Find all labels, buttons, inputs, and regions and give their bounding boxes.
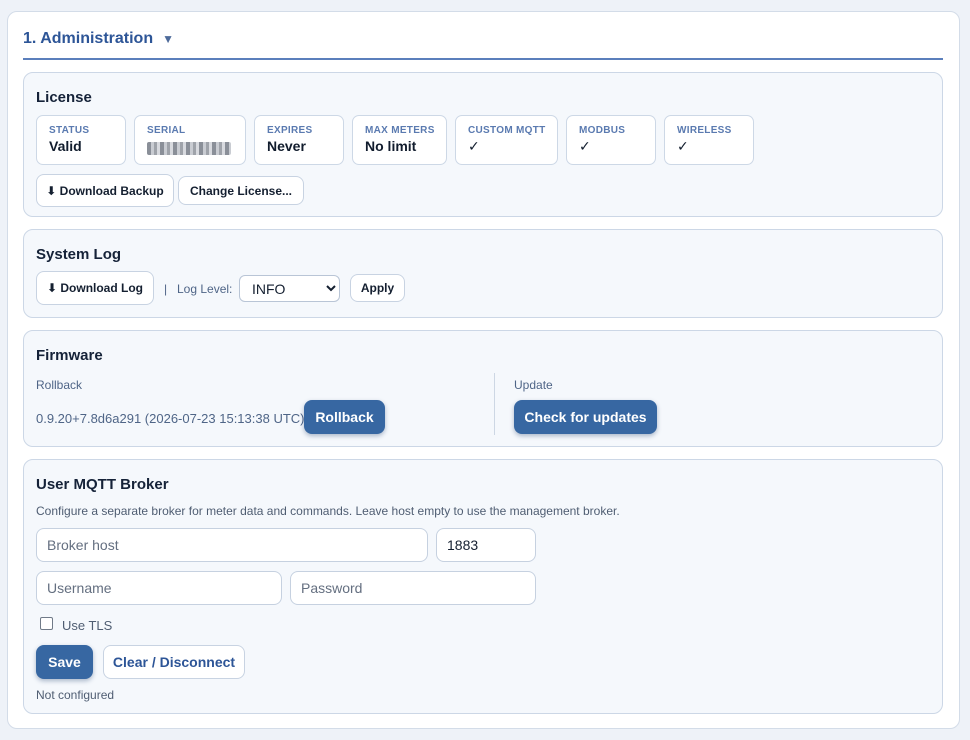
use-tls-label: Use TLS (62, 618, 113, 633)
license-title: License (36, 89, 92, 106)
section-title: 1. Administration (23, 30, 154, 47)
firmware-version: 0.9.20+7.8d6a291 (2026-07-23 15:13:38 UT… (36, 411, 305, 426)
log-separator: | (164, 282, 168, 296)
check-icon: ✓ (468, 138, 480, 154)
change-license-button[interactable]: Change License... (178, 176, 304, 205)
download-log-button[interactable]: ⬇ Download Log (36, 271, 154, 305)
update-label: Update (514, 378, 553, 392)
check-icon: ✓ (579, 138, 591, 154)
rollback-label: Rollback (36, 378, 83, 392)
save-button[interactable]: Save (36, 645, 93, 679)
check-updates-button[interactable]: Check for updates (514, 400, 657, 434)
serial-redacted (147, 142, 231, 155)
firmware-title: Firmware (36, 347, 103, 364)
license-card: License STATUS Valid SERIAL EXPIRES Neve… (23, 72, 943, 217)
system-log-title: System Log (36, 246, 122, 263)
license-modbus: MODBUS ✓ (566, 115, 656, 165)
section-header-administration[interactable]: 1. Administration ▼ (23, 28, 943, 60)
log-level-label: Log Level: (177, 282, 233, 296)
check-icon: ✓ (677, 138, 689, 154)
username-input[interactable] (36, 571, 282, 605)
log-level-select[interactable]: INFO (239, 275, 340, 302)
license-wireless: WIRELESS ✓ (664, 115, 754, 165)
mqtt-description: Configure a separate broker for meter da… (36, 504, 620, 518)
firmware-card: Firmware Rollback 0.9.20+7.8d6a291 (2026… (23, 330, 943, 447)
rollback-button[interactable]: Rollback (304, 400, 385, 434)
use-tls-checkbox[interactable] (40, 617, 53, 630)
license-status: STATUS Valid (36, 115, 126, 165)
clear-disconnect-button[interactable]: Clear / Disconnect (103, 645, 245, 679)
firmware-divider (494, 373, 495, 435)
broker-port-input[interactable] (436, 528, 536, 562)
license-serial: SERIAL (134, 115, 246, 165)
apply-button[interactable]: Apply (350, 274, 405, 302)
license-max-meters: MAX METERS No limit (352, 115, 447, 165)
password-input[interactable] (290, 571, 536, 605)
system-log-card: System Log ⬇ Download Log | Log Level: I… (23, 229, 943, 318)
broker-host-input[interactable] (36, 528, 428, 562)
download-backup-button[interactable]: ⬇ Download Backup (36, 174, 174, 207)
license-custom-mqtt: CUSTOM MQTT ✓ (455, 115, 558, 165)
caret-down-icon[interactable]: ▼ (162, 28, 174, 50)
mqtt-status: Not configured (36, 688, 115, 702)
license-expires: EXPIRES Never (254, 115, 344, 165)
mqtt-title: User MQTT Broker (36, 476, 169, 493)
mqtt-broker-card: User MQTT Broker Configure a separate br… (23, 459, 943, 714)
